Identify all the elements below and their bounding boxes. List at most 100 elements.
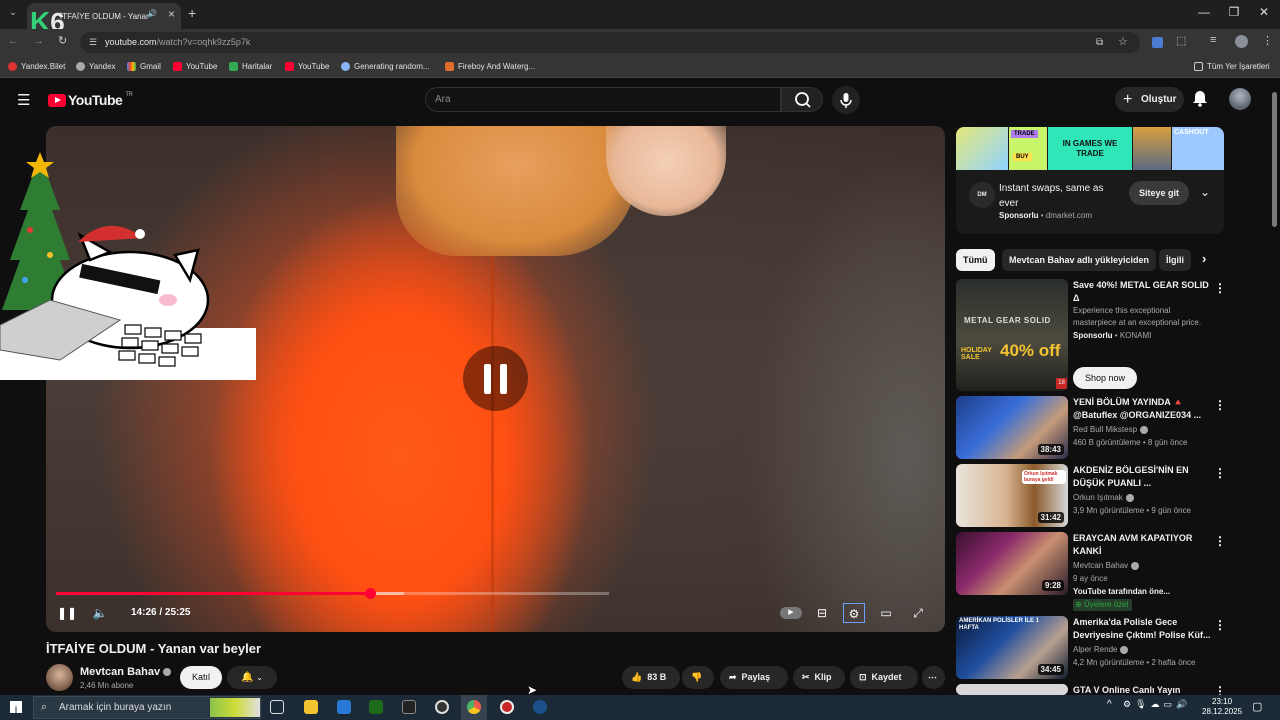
subtitles-icon[interactable]: ⊟ bbox=[811, 603, 833, 623]
search-input[interactable]: Ara bbox=[425, 87, 781, 112]
chips-next-chevron-icon[interactable]: › bbox=[1202, 251, 1206, 266]
video-title[interactable]: AKDENİZ BÖLGESİ'NİN EN DÜŞÜK PUANLI ... bbox=[1073, 464, 1211, 490]
sidebar-ad-video[interactable]: METAL GEAR SOLID HOLIDAY SALE 40% off 18… bbox=[956, 279, 1226, 391]
more-options-icon[interactable]: ⋮ bbox=[1214, 534, 1226, 548]
back-icon[interactable]: ← bbox=[8, 35, 19, 47]
video-thumbnail[interactable]: AMERİKAN POLİSLER İLE 1 HAFTA 34:45 bbox=[956, 616, 1068, 679]
bookmark-item[interactable]: Haritalar bbox=[229, 62, 272, 71]
new-tab-button[interactable]: + bbox=[188, 5, 196, 21]
dislike-button[interactable]: 👎 bbox=[682, 666, 714, 689]
list-item[interactable]: Orkun Işıtmak buraya geldi 31:42 AKDENİZ… bbox=[956, 464, 1226, 527]
youtube-logo[interactable]: YouTube TR bbox=[48, 92, 133, 108]
bookmark-item[interactable]: YouTube bbox=[173, 62, 217, 71]
search-button[interactable] bbox=[781, 87, 823, 112]
fullscreen-icon[interactable]: ⤢ bbox=[907, 603, 929, 623]
pause-icon[interactable]: ❚❚ bbox=[56, 603, 78, 623]
epic-games-icon[interactable] bbox=[402, 700, 416, 714]
bookmark-star-icon[interactable]: ☆ bbox=[1118, 32, 1128, 53]
video-thumbnail[interactable] bbox=[956, 684, 1068, 695]
shop-now-button[interactable]: Shop now bbox=[1073, 367, 1137, 389]
more-options-icon[interactable]: ⋮ bbox=[1214, 398, 1226, 412]
list-item[interactable]: 9:28 ERAYCAN AVM KAPATIYOR KANKİ Mevtcan… bbox=[956, 532, 1226, 612]
ad-video-thumbnail[interactable]: METAL GEAR SOLID HOLIDAY SALE 40% off 18 bbox=[956, 279, 1068, 391]
video-title[interactable]: YENİ BÖLÜM YAYINDA 🔺 @Batuflex @ORGANIZE… bbox=[1073, 396, 1211, 422]
forward-icon[interactable]: → bbox=[33, 35, 44, 47]
list-item[interactable]: 38:43 YENİ BÖLÜM YAYINDA 🔺 @Batuflex @OR… bbox=[956, 396, 1226, 459]
tray-overflow-icon[interactable]: ^ bbox=[1107, 699, 1112, 710]
theater-mode-icon[interactable]: ▭ bbox=[875, 603, 897, 623]
create-button[interactable]: + Oluştur bbox=[1115, 87, 1184, 112]
bookmark-item[interactable]: Fireboy And Waterg... bbox=[445, 62, 535, 71]
video-title[interactable]: GTA V Online Canlı Yayın bbox=[1073, 684, 1211, 695]
taskbar-search-input[interactable]: ⌕ Aramak için buraya yazın bbox=[33, 696, 261, 719]
like-button[interactable]: 👍 83 B bbox=[622, 666, 680, 689]
menu-icon[interactable]: ☰ bbox=[17, 91, 30, 109]
ad-expand-chevron-icon[interactable]: ⌄ bbox=[1200, 185, 1210, 199]
windows-start-icon[interactable] bbox=[10, 701, 22, 713]
video-thumbnail[interactable]: 38:43 bbox=[956, 396, 1068, 459]
tab-close-icon[interactable]: × bbox=[168, 7, 175, 21]
more-options-icon[interactable]: ⋮ bbox=[1214, 618, 1226, 632]
more-actions-button[interactable]: ⋯ bbox=[922, 666, 945, 689]
task-view-icon[interactable] bbox=[270, 700, 284, 714]
close-window-button[interactable]: ✕ bbox=[1249, 5, 1279, 19]
account-avatar[interactable] bbox=[1229, 88, 1251, 110]
more-options-icon[interactable]: ⋮ bbox=[1214, 281, 1226, 295]
obs-icon[interactable] bbox=[435, 700, 449, 714]
bookmark-item[interactable]: YouTube bbox=[285, 62, 329, 71]
translate-icon[interactable] bbox=[1152, 37, 1163, 48]
notification-center-icon[interactable]: ▢ bbox=[1252, 700, 1262, 713]
ad-video-title[interactable]: Save 40%! METAL GEAR SOLID Δ bbox=[1073, 279, 1211, 305]
scrollbar-thumb[interactable] bbox=[1272, 92, 1277, 227]
minimize-button[interactable]: — bbox=[1189, 5, 1219, 19]
install-app-icon[interactable]: ⧉ bbox=[1096, 32, 1103, 53]
voice-search-button[interactable] bbox=[832, 86, 860, 114]
chip-all[interactable]: Tümü bbox=[956, 249, 995, 271]
profile-icon[interactable] bbox=[1235, 35, 1248, 48]
restore-button[interactable]: ❐ bbox=[1219, 5, 1249, 19]
taskbar-clock[interactable]: 23:10 28.12.2025 bbox=[1202, 697, 1242, 717]
channel-name[interactable]: Mevtcan Bahav bbox=[80, 666, 172, 678]
video-title[interactable]: Amerika'da Polisle Gece Devriyesine Çıkt… bbox=[1073, 616, 1211, 642]
more-options-icon[interactable]: ⋮ bbox=[1214, 684, 1226, 695]
sidebar-ad-card[interactable]: TRADE BUY IN GAMES WE TRADE CASHOUT DM I… bbox=[956, 127, 1224, 234]
save-button[interactable]: ⊡ Kaydet bbox=[850, 666, 918, 689]
bookmark-item[interactable]: Yandex bbox=[76, 62, 116, 71]
ad-cta-button[interactable]: Siteye git bbox=[1129, 181, 1189, 205]
notifications-icon[interactable] bbox=[1192, 89, 1208, 112]
store-icon[interactable] bbox=[337, 700, 351, 714]
tab-search-button[interactable]: ⌄ bbox=[6, 7, 20, 21]
progress-scrubber[interactable] bbox=[364, 588, 376, 599]
join-button[interactable]: Katıl bbox=[180, 666, 222, 689]
reload-icon[interactable]: ↻ bbox=[58, 34, 67, 47]
app-icon[interactable] bbox=[500, 700, 514, 714]
chip-from-uploader[interactable]: Mevtcan Bahav adlı yükleyiciden bbox=[1002, 249, 1157, 271]
nvidia-icon[interactable] bbox=[369, 700, 383, 714]
tab-audio-icon[interactable]: 🔊 bbox=[147, 9, 157, 18]
more-options-icon[interactable]: ⋮ bbox=[1214, 466, 1226, 480]
media-control-icon[interactable]: ≡ bbox=[1210, 34, 1216, 46]
site-info-icon[interactable]: ☰ bbox=[89, 32, 97, 53]
bookmark-item[interactable]: Generating random... bbox=[341, 62, 430, 71]
channel-avatar[interactable] bbox=[46, 664, 73, 691]
volume-icon[interactable]: 🔈 bbox=[89, 603, 111, 623]
video-title[interactable]: ERAYCAN AVM KAPATIYOR KANKİ bbox=[1073, 532, 1211, 558]
tray-icons[interactable]: ⚙🎙☁▭🔊 bbox=[1123, 699, 1191, 710]
clip-button[interactable]: ✂ Klip bbox=[793, 666, 845, 689]
steam-icon[interactable] bbox=[533, 700, 547, 714]
progress-bar[interactable] bbox=[56, 588, 609, 599]
subscribe-notification-button[interactable]: 🔔 ⌄ bbox=[227, 666, 277, 689]
autoplay-toggle[interactable]: ▶ bbox=[780, 607, 802, 619]
file-explorer-icon[interactable] bbox=[304, 700, 318, 714]
bookmark-item[interactable]: Yandex.Bilet bbox=[8, 62, 65, 71]
list-item[interactable]: AMERİKAN POLİSLER İLE 1 HAFTA 34:45 Amer… bbox=[956, 616, 1226, 679]
extensions-icon[interactable]: ⬚ bbox=[1176, 34, 1186, 47]
chip-related[interactable]: İlgili bbox=[1159, 249, 1191, 271]
all-bookmarks-button[interactable]: Tüm Yer İşaretleri bbox=[1194, 62, 1270, 71]
bookmark-item[interactable]: Gmail bbox=[127, 62, 161, 71]
pause-overlay-icon[interactable] bbox=[463, 346, 528, 411]
list-item[interactable]: GTA V Online Canlı Yayın ⋮ bbox=[956, 684, 1226, 695]
browser-menu-icon[interactable]: ⋮ bbox=[1262, 34, 1273, 47]
address-bar[interactable]: ☰ youtube.com/watch?v=oqhk9zz5p7k ⧉ ☆ bbox=[80, 32, 1140, 53]
share-button[interactable]: ➦ Paylaş bbox=[720, 666, 788, 689]
